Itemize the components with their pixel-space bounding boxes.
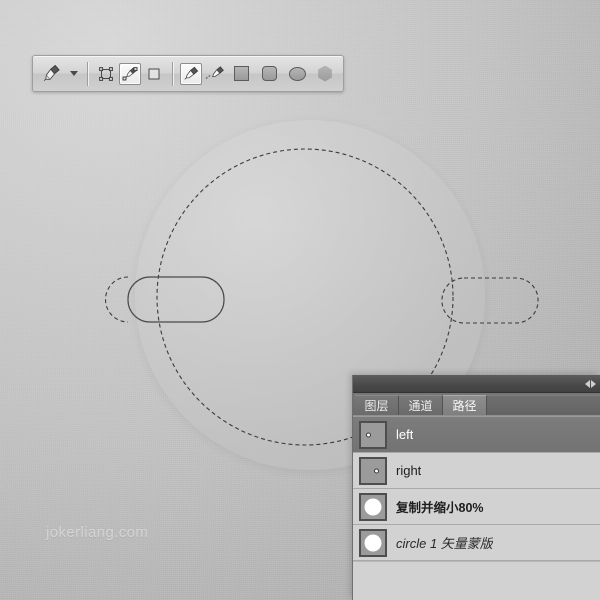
path-row-copy-scale[interactable]: 复制并缩小80% [353,489,600,525]
thumbnail-circle [364,498,382,515]
panel-tab-strip[interactable]: 图层 通道 路径 [353,393,600,416]
collapse-panel-icon[interactable] [585,379,596,388]
rectangle-icon[interactable] [228,61,254,87]
tab-strip-filler [487,395,600,415]
path-name-left: left [396,427,414,442]
tab-layers-label: 图层 [364,399,389,413]
paths-panel[interactable]: 图层 通道 路径 left right 复制并缩小80% circle 1 矢量… [352,375,600,600]
ellipse-icon[interactable] [284,61,310,87]
freeform-pen-icon[interactable] [204,63,226,85]
photoshop-window: jokerliang.com 图层 通道 路径 left right 复制并缩小… [0,0,600,600]
thumbnail-dot [366,432,371,437]
path-row-right[interactable]: right [353,453,600,489]
circle-thumbnail[interactable] [359,528,387,557]
toolbar-separator-1 [87,61,88,86]
watermark: jokerliang.com [46,524,149,541]
tab-channels-label: 通道 [408,399,433,413]
tab-layers[interactable]: 图层 [355,395,399,415]
tab-paths-label: 路径 [452,399,477,413]
fill-pixels-icon[interactable] [143,63,165,85]
rounded-rectangle-icon[interactable] [256,61,282,87]
path-list[interactable]: left right 复制并缩小80% circle 1 矢量蒙版 [353,416,600,561]
toolbar-current-tool-group [37,56,81,91]
polygon-icon[interactable] [312,61,338,87]
path-name-circle-vector-mask: circle 1 矢量蒙版 [396,536,493,551]
left-dot-thumbnail[interactable] [359,420,387,449]
path-row-circle-vector-mask[interactable]: circle 1 矢量蒙版 [353,525,600,561]
toolbar-separator-2 [172,61,173,86]
toolbar-pen-group [179,56,227,91]
toolbar-mode-group [94,56,166,91]
path-name-copy-scale: 复制并缩小80% [396,501,484,515]
pen-tool-icon[interactable] [37,62,67,86]
pen-tool-button[interactable] [180,62,202,85]
paths-icon[interactable] [119,62,141,85]
panel-empty-area [353,561,600,600]
circle-thumbnail[interactable] [359,492,387,521]
tool-preset-chevron-down-icon[interactable] [67,63,81,85]
toolbar-shape-group [227,56,339,91]
right-dot-thumbnail[interactable] [359,456,387,485]
thumbnail-dot [374,468,379,473]
path-name-right: right [396,463,422,478]
tab-channels[interactable]: 通道 [399,395,443,415]
shape-layer-icon[interactable] [95,63,117,85]
tab-paths[interactable]: 路径 [443,395,487,415]
path-row-left[interactable]: left [353,417,600,453]
thumbnail-circle [364,534,382,551]
panel-titlebar[interactable] [353,375,600,393]
options-toolbar[interactable] [32,55,344,92]
left-rounded-rect-dashed-cap [104,276,129,323]
